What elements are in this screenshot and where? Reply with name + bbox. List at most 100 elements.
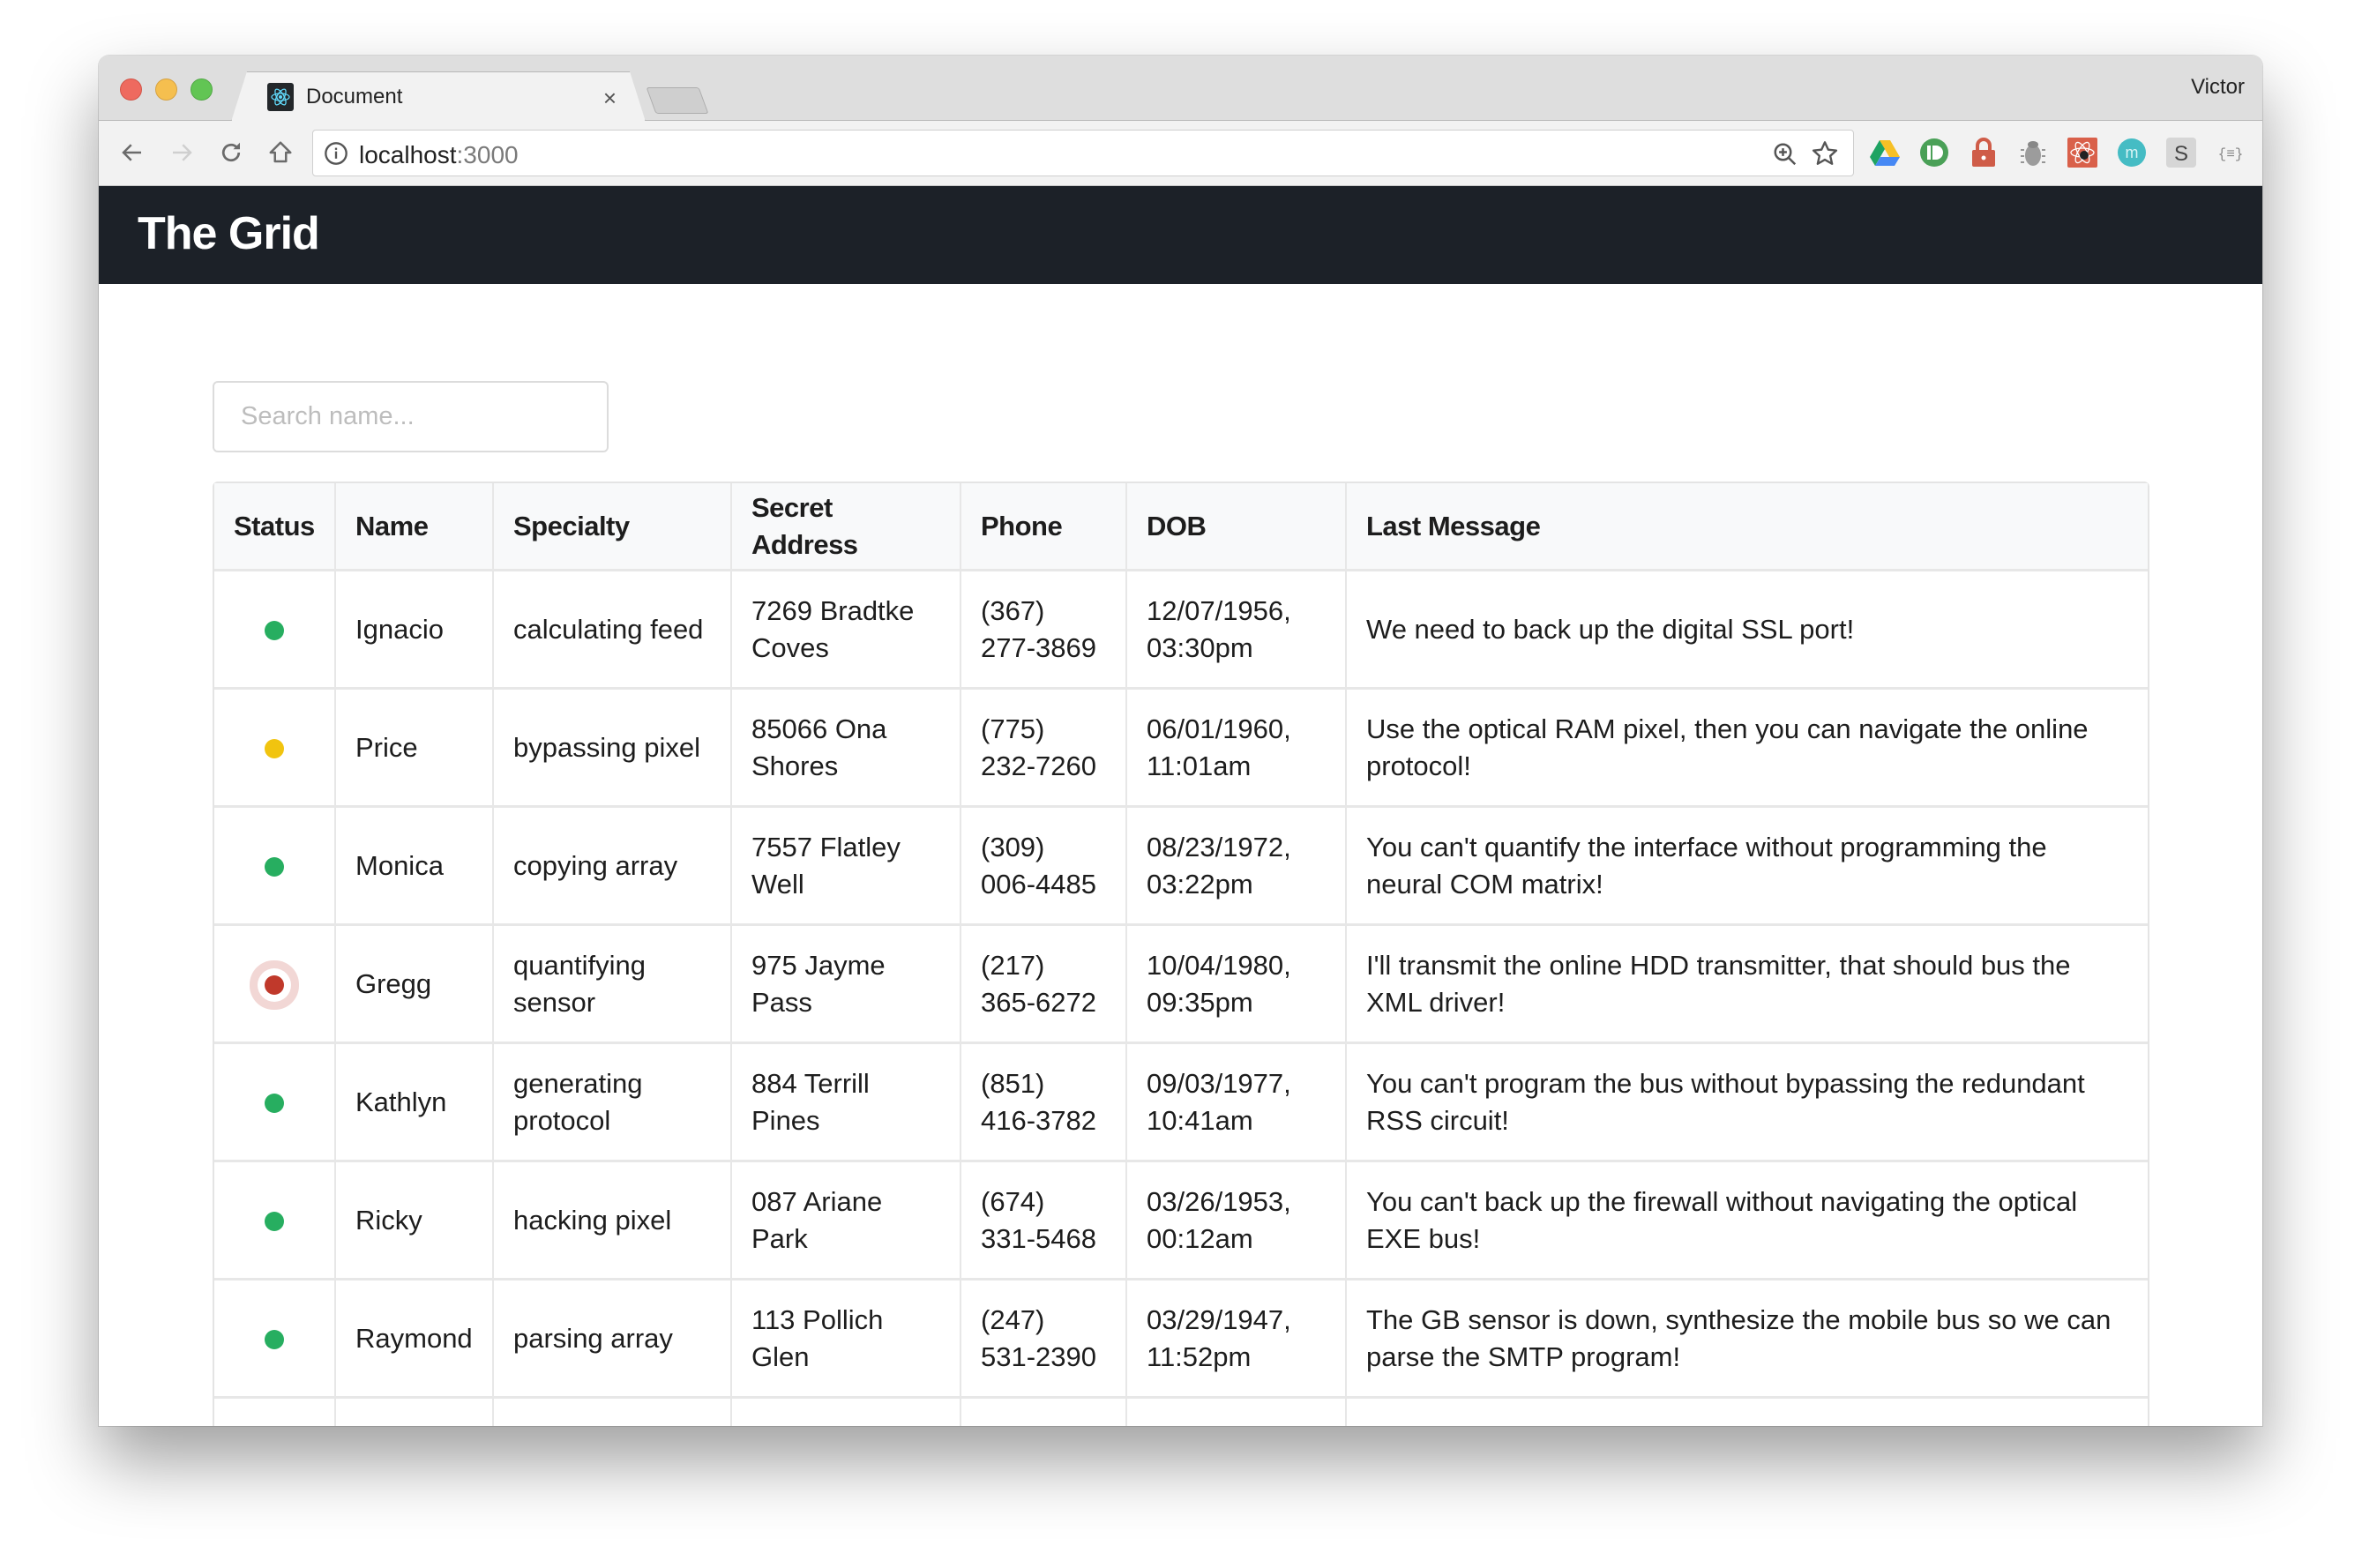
react-devtools-icon[interactable] xyxy=(2067,137,2098,168)
info-icon[interactable] xyxy=(324,141,348,170)
status-online-indicator xyxy=(265,857,284,877)
url-text[interactable]: localhost:3000 xyxy=(359,141,519,169)
json-formatter-icon[interactable]: {≡} xyxy=(2215,137,2246,168)
phone-cell: (775) 232-7260 xyxy=(961,690,1127,808)
last-message-cell: You can't program the bus without bypass… xyxy=(1347,1044,2148,1162)
address-cell: 85066 Ona Shores xyxy=(732,690,961,808)
column-header-last-message[interactable]: Last Message xyxy=(1347,483,2148,571)
column-header-dob[interactable]: DOB xyxy=(1127,483,1347,571)
app-title: The Grid xyxy=(138,208,320,259)
maximize-window-button[interactable] xyxy=(191,78,213,101)
specialty-cell: parsing array xyxy=(494,1281,732,1399)
table-body: Ignacio calculating feed 7269 Bradtke Cove… xyxy=(214,571,2148,1426)
status-cell xyxy=(214,690,336,808)
specialty-cell: calculating feed xyxy=(494,571,732,690)
status-online-indicator xyxy=(265,1094,284,1114)
last-message-cell: You can't back up the firewall without n… xyxy=(1347,1162,2148,1281)
status-online-indicator xyxy=(265,621,284,641)
page-content: Status Name Specialty Secret Address Pho… xyxy=(99,284,2262,1426)
empty-cell xyxy=(494,1399,732,1426)
status-online-indicator xyxy=(265,1330,284,1350)
empty-cell xyxy=(1347,1399,2148,1426)
svg-text:{≡}: {≡} xyxy=(2218,146,2244,162)
s-extension-icon[interactable]: S xyxy=(2165,137,2197,168)
react-favicon-icon xyxy=(267,83,294,111)
name-cell: Gregg xyxy=(336,926,494,1044)
empty-cell xyxy=(1127,1399,1347,1426)
status-away-indicator xyxy=(265,739,284,759)
name-cell: Monica xyxy=(336,808,494,926)
bookmark-star-icon[interactable] xyxy=(1811,139,1839,172)
new-tab-button[interactable] xyxy=(646,87,709,114)
home-icon[interactable] xyxy=(263,135,298,170)
browser-toolbar: localhost:3000 m S {≡} xyxy=(99,121,2262,186)
name-cell: Ricky xyxy=(336,1162,494,1281)
minimize-window-button[interactable] xyxy=(155,78,177,101)
pushbullet-icon[interactable] xyxy=(1918,137,1950,168)
phone-cell: (309) 006-4485 xyxy=(961,808,1127,926)
dob-cell: 03/26/1953, 00:12am xyxy=(1127,1162,1347,1281)
specialty-cell: bypassing pixel xyxy=(494,690,732,808)
people-table: Status Name Specialty Secret Address Pho… xyxy=(213,482,2149,1426)
table-row-partial xyxy=(214,1399,2148,1426)
browser-window: Document × Victor localhost:3000 m S {≡}… xyxy=(99,56,2262,1426)
close-tab-icon[interactable]: × xyxy=(603,85,617,112)
url-port: :3000 xyxy=(456,141,519,168)
table-row[interactable]: Ricky hacking pixel 087 Ariane Park (674) 3… xyxy=(214,1162,2148,1281)
phone-cell: (247) 531-2390 xyxy=(961,1281,1127,1399)
empty-cell xyxy=(961,1399,1127,1426)
svg-text:S: S xyxy=(2174,142,2188,166)
column-header-address[interactable]: Secret Address xyxy=(732,483,961,571)
last-message-cell: The GB sensor is down, synthesize the mo… xyxy=(1347,1281,2148,1399)
profile-name[interactable]: Victor xyxy=(2191,75,2245,100)
svg-text:m: m xyxy=(2126,144,2139,161)
table-row[interactable]: Raymond parsing array 113 Pollich Glen (247… xyxy=(214,1281,2148,1399)
tab-title: Document xyxy=(306,85,403,108)
last-message-cell: I'll transmit the online HDD transmitter… xyxy=(1347,926,2148,1044)
empty-cell xyxy=(214,1399,336,1426)
table-row[interactable]: Monica copying array 7557 Flatley Well (309… xyxy=(214,808,2148,926)
phone-cell: (674) 331-5468 xyxy=(961,1162,1127,1281)
address-cell: 975 Jayme Pass xyxy=(732,926,961,1044)
table-row[interactable]: Ignacio calculating feed 7269 Bradtke Cove… xyxy=(214,571,2148,690)
search-name-input[interactable] xyxy=(213,381,609,452)
table-row[interactable]: Kathlyn generating protocol 884 Terrill Pi… xyxy=(214,1044,2148,1162)
address-bar[interactable]: localhost:3000 xyxy=(312,130,1854,176)
address-cell: 7269 Bradtke Coves xyxy=(732,571,961,690)
lock-icon[interactable] xyxy=(1968,137,1999,168)
last-message-cell: Use the optical RAM pixel, then you can … xyxy=(1347,690,2148,808)
specialty-cell: hacking pixel xyxy=(494,1162,732,1281)
browser-tab[interactable]: Document × xyxy=(231,71,646,122)
column-header-specialty[interactable]: Specialty xyxy=(494,483,732,571)
phone-cell: (367) 277-3869 xyxy=(961,571,1127,690)
dob-cell: 09/03/1977, 10:41am xyxy=(1127,1044,1347,1162)
forward-icon[interactable] xyxy=(164,135,199,170)
column-header-phone[interactable]: Phone xyxy=(961,483,1127,571)
reload-icon[interactable] xyxy=(213,135,249,170)
status-offline-indicator xyxy=(265,975,284,996)
phone-cell: (851) 416-3782 xyxy=(961,1044,1127,1162)
specialty-cell: quantifying sensor xyxy=(494,926,732,1044)
specialty-cell: generating protocol xyxy=(494,1044,732,1162)
name-cell: Price xyxy=(336,690,494,808)
column-header-status[interactable]: Status xyxy=(214,483,336,571)
zoom-icon[interactable] xyxy=(1772,141,1798,172)
status-cell xyxy=(214,1044,336,1162)
m-extension-icon[interactable]: m xyxy=(2116,137,2148,168)
table-row[interactable]: Gregg quantifying sensor 975 Jayme Pass (21… xyxy=(214,926,2148,1044)
column-header-name[interactable]: Name xyxy=(336,483,494,571)
last-message-cell: We need to back up the digital SSL port! xyxy=(1347,571,2148,690)
google-drive-icon[interactable] xyxy=(1869,137,1901,168)
table-row[interactable]: Price bypassing pixel 85066 Ona Shores (775… xyxy=(214,690,2148,808)
specialty-cell: copying array xyxy=(494,808,732,926)
close-window-button[interactable] xyxy=(120,78,142,101)
url-host: localhost xyxy=(359,141,457,168)
dob-cell: 06/01/1960, 11:01am xyxy=(1127,690,1347,808)
table-header-row: Status Name Specialty Secret Address Pho… xyxy=(214,483,2148,571)
bug-icon[interactable] xyxy=(2017,137,2049,168)
dob-cell: 08/23/1972, 03:22pm xyxy=(1127,808,1347,926)
address-cell: 884 Terrill Pines xyxy=(732,1044,961,1162)
phone-cell: (217) 365-6272 xyxy=(961,926,1127,1044)
back-icon[interactable] xyxy=(115,135,150,170)
status-online-indicator xyxy=(265,1212,284,1232)
